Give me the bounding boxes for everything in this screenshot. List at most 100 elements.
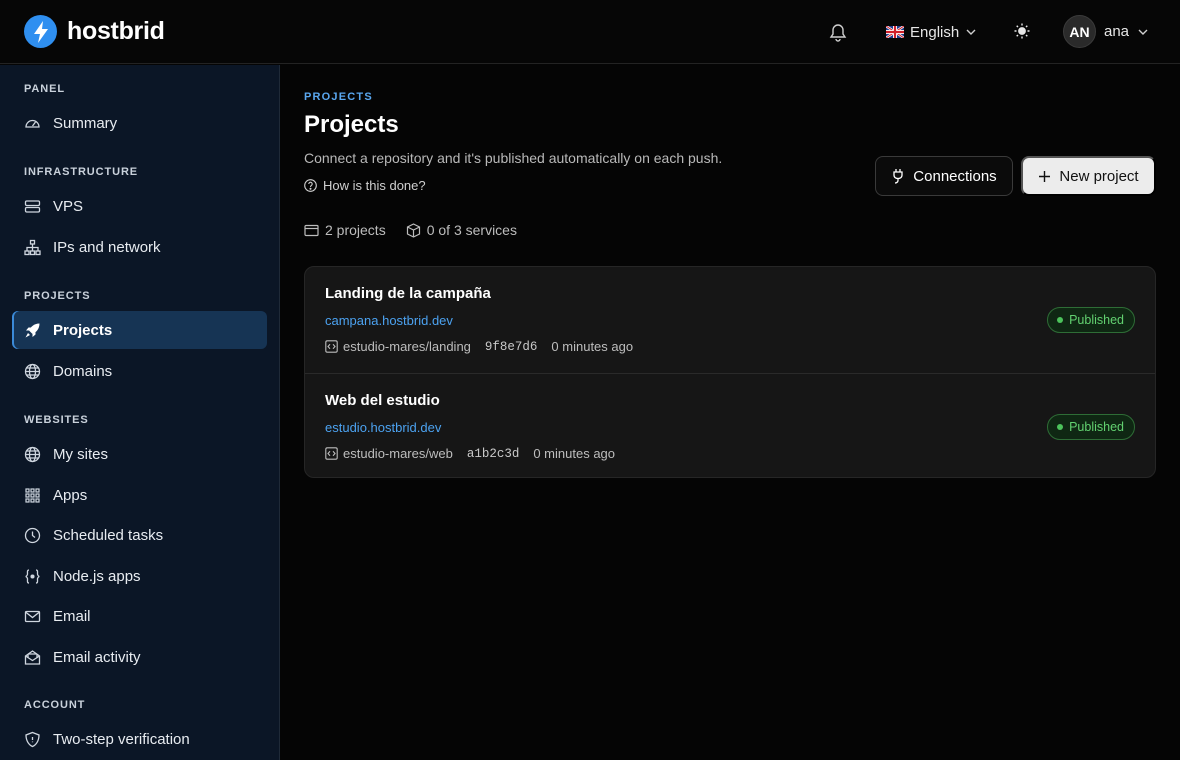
grid-icon bbox=[24, 487, 41, 504]
globe-icon bbox=[24, 363, 41, 380]
code-icon bbox=[325, 447, 338, 460]
folder-icon bbox=[304, 224, 319, 236]
project-stats: 2 projects 0 of 3 services bbox=[304, 222, 517, 238]
mail-icon bbox=[24, 608, 41, 625]
sidebar-item-label: Projects bbox=[53, 321, 113, 339]
project-meta: estudio-mares/landing 9f8e7d6 0 minutes … bbox=[325, 339, 633, 354]
plug-icon bbox=[893, 169, 903, 184]
sidebar: PANEL Summary INFRASTRUCTURE VPS IPs and… bbox=[0, 65, 280, 760]
sidebar-item-label: Scheduled tasks bbox=[53, 526, 164, 544]
sidebar-item-email[interactable]: Email bbox=[12, 597, 267, 635]
sidebar-item-my-sites[interactable]: My sites bbox=[12, 435, 267, 473]
project-meta: estudio-mares/web a1b2c3d 0 minutes ago bbox=[325, 446, 615, 461]
sidebar-item-label: Email bbox=[53, 607, 91, 625]
project-row[interactable]: Landing de la campaña campana.hostbrid.d… bbox=[305, 267, 1155, 373]
new-project-button[interactable]: New project bbox=[1021, 156, 1156, 196]
status-badge: Published bbox=[1047, 307, 1135, 333]
breadcrumb[interactable]: PROJECTS bbox=[304, 91, 373, 103]
status-badge: Published bbox=[1047, 414, 1135, 440]
gauge-icon bbox=[24, 115, 41, 132]
help-circle-icon bbox=[304, 179, 317, 192]
sidebar-item-nodejs-apps[interactable]: Node.js apps bbox=[12, 557, 267, 595]
mail-open-icon bbox=[24, 649, 41, 666]
project-repo: estudio-mares/landing bbox=[325, 339, 471, 354]
connections-button[interactable]: Connections bbox=[875, 156, 1013, 196]
network-icon bbox=[24, 239, 41, 256]
status-label: Published bbox=[1069, 313, 1124, 327]
sidebar-item-ips-network[interactable]: IPs and network bbox=[12, 228, 267, 266]
cube-icon bbox=[406, 222, 420, 238]
project-url-link[interactable]: estudio.hostbrid.dev bbox=[325, 420, 441, 435]
sidebar-section-websites: WEBSITES bbox=[24, 414, 89, 426]
sidebar-item-scheduled-tasks[interactable]: Scheduled tasks bbox=[12, 516, 267, 554]
chevron-down-icon bbox=[1138, 29, 1148, 35]
project-name[interactable]: Landing de la campaña bbox=[325, 285, 491, 302]
code-icon bbox=[325, 340, 338, 353]
braces-icon bbox=[24, 568, 41, 585]
sidebar-item-label: Node.js apps bbox=[53, 567, 141, 585]
project-commit: 9f8e7d6 bbox=[484, 339, 538, 354]
project-time: 0 minutes ago bbox=[533, 446, 616, 461]
shield-icon bbox=[24, 731, 41, 748]
sidebar-item-vps[interactable]: VPS bbox=[12, 187, 267, 225]
project-time: 0 minutes ago bbox=[551, 339, 634, 354]
globe-icon bbox=[24, 446, 41, 463]
stat-projects-label: 2 projects bbox=[325, 222, 386, 238]
bell-icon[interactable] bbox=[829, 22, 847, 42]
status-label: Published bbox=[1069, 420, 1124, 434]
sidebar-item-two-step-verification[interactable]: Two-step verification bbox=[12, 720, 267, 758]
stat-services-label: 0 of 3 services bbox=[426, 222, 517, 238]
sidebar-item-domains[interactable]: Domains bbox=[12, 352, 267, 390]
project-repo: estudio-mares/web bbox=[325, 446, 453, 461]
project-repo-label: estudio-mares/web bbox=[343, 446, 453, 461]
sidebar-item-label: Summary bbox=[53, 114, 118, 132]
top-bar: hostbrid English AN ana bbox=[0, 0, 1180, 64]
sidebar-section-infrastructure: INFRASTRUCTURE bbox=[24, 166, 139, 178]
project-commit: a1b2c3d bbox=[466, 446, 520, 461]
rocket-icon bbox=[24, 322, 41, 339]
sidebar-item-apps[interactable]: Apps bbox=[12, 476, 267, 514]
clock-icon bbox=[24, 527, 41, 544]
sidebar-item-email-activity[interactable]: Email activity bbox=[12, 638, 267, 676]
language-selector[interactable]: English bbox=[886, 20, 977, 44]
language-label: English bbox=[910, 23, 960, 41]
status-dot bbox=[1057, 317, 1064, 323]
sidebar-item-projects[interactable]: Projects bbox=[12, 311, 267, 349]
sidebar-item-label: Domains bbox=[53, 362, 113, 380]
sidebar-item-label: My sites bbox=[53, 445, 109, 463]
avatar: AN bbox=[1063, 15, 1096, 48]
chevron-down-icon bbox=[966, 29, 976, 35]
plus-icon bbox=[1039, 170, 1051, 182]
help-link-label: How is this done? bbox=[323, 178, 426, 193]
project-url-link[interactable]: campana.hostbrid.dev bbox=[325, 313, 453, 328]
bolt-icon bbox=[24, 15, 57, 48]
main-content: PROJECTS Projects Connect a repository a… bbox=[281, 65, 1180, 760]
project-name[interactable]: Web del estudio bbox=[325, 392, 440, 409]
user-name: ana bbox=[1104, 23, 1130, 40]
sidebar-item-summary[interactable]: Summary bbox=[12, 104, 267, 142]
logo[interactable]: hostbrid bbox=[24, 15, 165, 48]
sidebar-section-account: ACCOUNT bbox=[24, 699, 86, 711]
project-row[interactable]: Web del estudio estudio.hostbrid.dev est… bbox=[305, 373, 1155, 477]
server-icon bbox=[24, 198, 41, 215]
stat-projects: 2 projects bbox=[304, 222, 386, 238]
stat-services: 0 of 3 services bbox=[406, 222, 517, 238]
brand-name: hostbrid bbox=[67, 17, 165, 45]
page-title: Projects bbox=[304, 111, 399, 138]
connections-button-label: Connections bbox=[913, 167, 997, 185]
sidebar-section-panel: PANEL bbox=[24, 83, 65, 95]
projects-list: Landing de la campaña campana.hostbrid.d… bbox=[304, 266, 1156, 478]
status-dot bbox=[1057, 424, 1064, 430]
sidebar-section-projects: PROJECTS bbox=[24, 290, 91, 302]
theme-toggle-sun-icon[interactable] bbox=[1013, 22, 1031, 40]
new-project-button-label: New project bbox=[1059, 167, 1139, 185]
sidebar-item-label: Email activity bbox=[53, 648, 141, 666]
user-menu[interactable]: AN ana bbox=[1063, 15, 1149, 48]
help-link[interactable]: How is this done? bbox=[304, 178, 426, 193]
sidebar-item-label: Two-step verification bbox=[53, 730, 190, 748]
uk-flag-icon bbox=[886, 26, 904, 38]
sidebar-item-label: Apps bbox=[53, 486, 88, 504]
sidebar-item-label: VPS bbox=[53, 197, 84, 215]
sidebar-item-label: IPs and network bbox=[53, 238, 161, 256]
page-subtitle: Connect a repository and it's published … bbox=[304, 150, 723, 166]
